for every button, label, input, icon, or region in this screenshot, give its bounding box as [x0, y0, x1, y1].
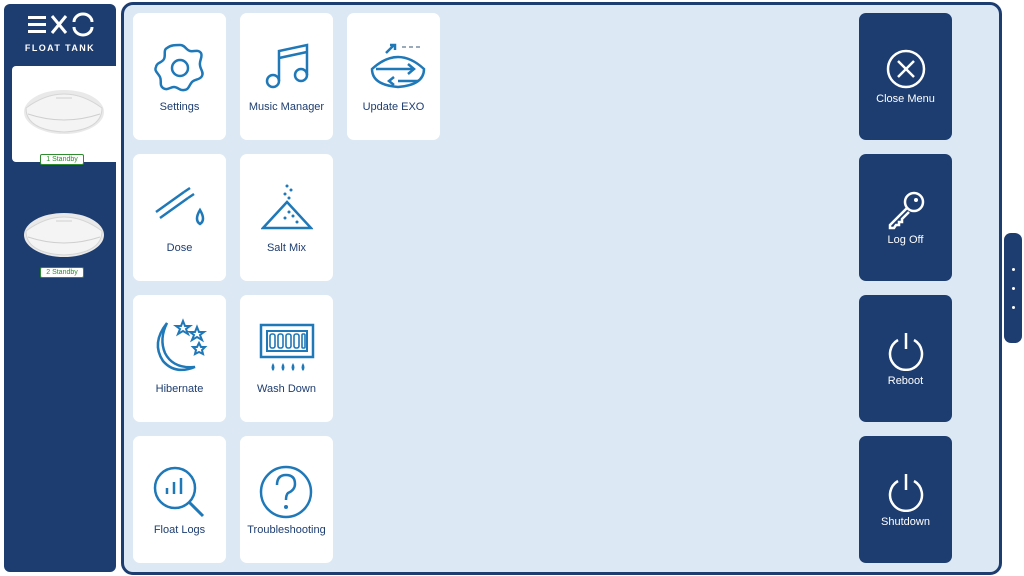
troubleshooting-button[interactable]: Troubleshooting — [240, 436, 333, 563]
menu-panel: Settings Music Manager Update EXO Dose S… — [121, 2, 1002, 575]
salt-mix-button[interactable]: Salt Mix — [240, 154, 333, 281]
float-tank-icon — [24, 90, 104, 134]
power-icon — [888, 474, 924, 512]
handle-dot — [1012, 287, 1015, 290]
key-icon — [888, 191, 925, 230]
settings-label: Settings — [159, 101, 200, 113]
tank-status-badge: 1 Standby — [40, 154, 84, 165]
hibernate-label: Hibernate — [155, 383, 204, 395]
question-mark-icon — [259, 465, 313, 519]
update-exo-button[interactable]: Update EXO — [347, 13, 440, 140]
logo-subtitle: FLOAT TANK — [24, 43, 96, 53]
exo-logo: FLOAT TANK — [4, 10, 116, 62]
moon-stars-icon — [156, 318, 208, 372]
wash-down-label: Wash Down — [257, 383, 316, 395]
float-tank-icon — [24, 213, 104, 257]
update-sync-icon — [370, 43, 426, 89]
shutdown-label: Shutdown — [881, 516, 930, 528]
music-manager-button[interactable]: Music Manager — [240, 13, 333, 140]
tank-item-1[interactable]: 1 Standby — [12, 66, 116, 165]
music-manager-label: Music Manager — [248, 101, 325, 113]
log-off-button[interactable]: Log Off — [859, 154, 952, 281]
salt-pile-icon — [261, 184, 313, 230]
wash-down-button[interactable]: Wash Down — [240, 295, 333, 422]
gear-icon — [154, 43, 204, 92]
tank-item-2[interactable]: 2 Standby — [12, 189, 116, 285]
settings-button[interactable]: Settings — [133, 13, 226, 140]
shower-head-icon — [259, 323, 315, 371]
dropper-icon — [155, 186, 205, 226]
reboot-label: Reboot — [887, 375, 924, 387]
handle-dot — [1012, 306, 1015, 309]
update-exo-label: Update EXO — [362, 101, 425, 113]
exo-wordmark-icon — [28, 12, 94, 37]
close-menu-button[interactable]: Close Menu — [859, 13, 952, 140]
salt-mix-label: Salt Mix — [266, 242, 307, 254]
dose-button[interactable]: Dose — [133, 154, 226, 281]
close-menu-label: Close Menu — [876, 93, 935, 105]
tank-status-badge: 2 Standby — [40, 267, 84, 278]
shutdown-button[interactable]: Shutdown — [859, 436, 952, 563]
side-drawer-handle[interactable] — [1004, 233, 1022, 343]
chart-magnifier-icon — [153, 466, 205, 518]
troubleshooting-label: Troubleshooting — [247, 524, 326, 536]
float-logs-button[interactable]: Float Logs — [133, 436, 226, 563]
hibernate-button[interactable]: Hibernate — [133, 295, 226, 422]
close-icon — [886, 49, 926, 89]
handle-dot — [1012, 268, 1015, 271]
log-off-label: Log Off — [887, 234, 924, 246]
dose-label: Dose — [166, 242, 193, 254]
music-note-icon — [265, 43, 309, 89]
float-logs-label: Float Logs — [153, 524, 206, 536]
tank-sidebar: FLOAT TANK 1 Standby 2 Standby — [4, 4, 116, 572]
reboot-button[interactable]: Reboot — [859, 295, 952, 422]
reboot-icon — [888, 333, 924, 371]
